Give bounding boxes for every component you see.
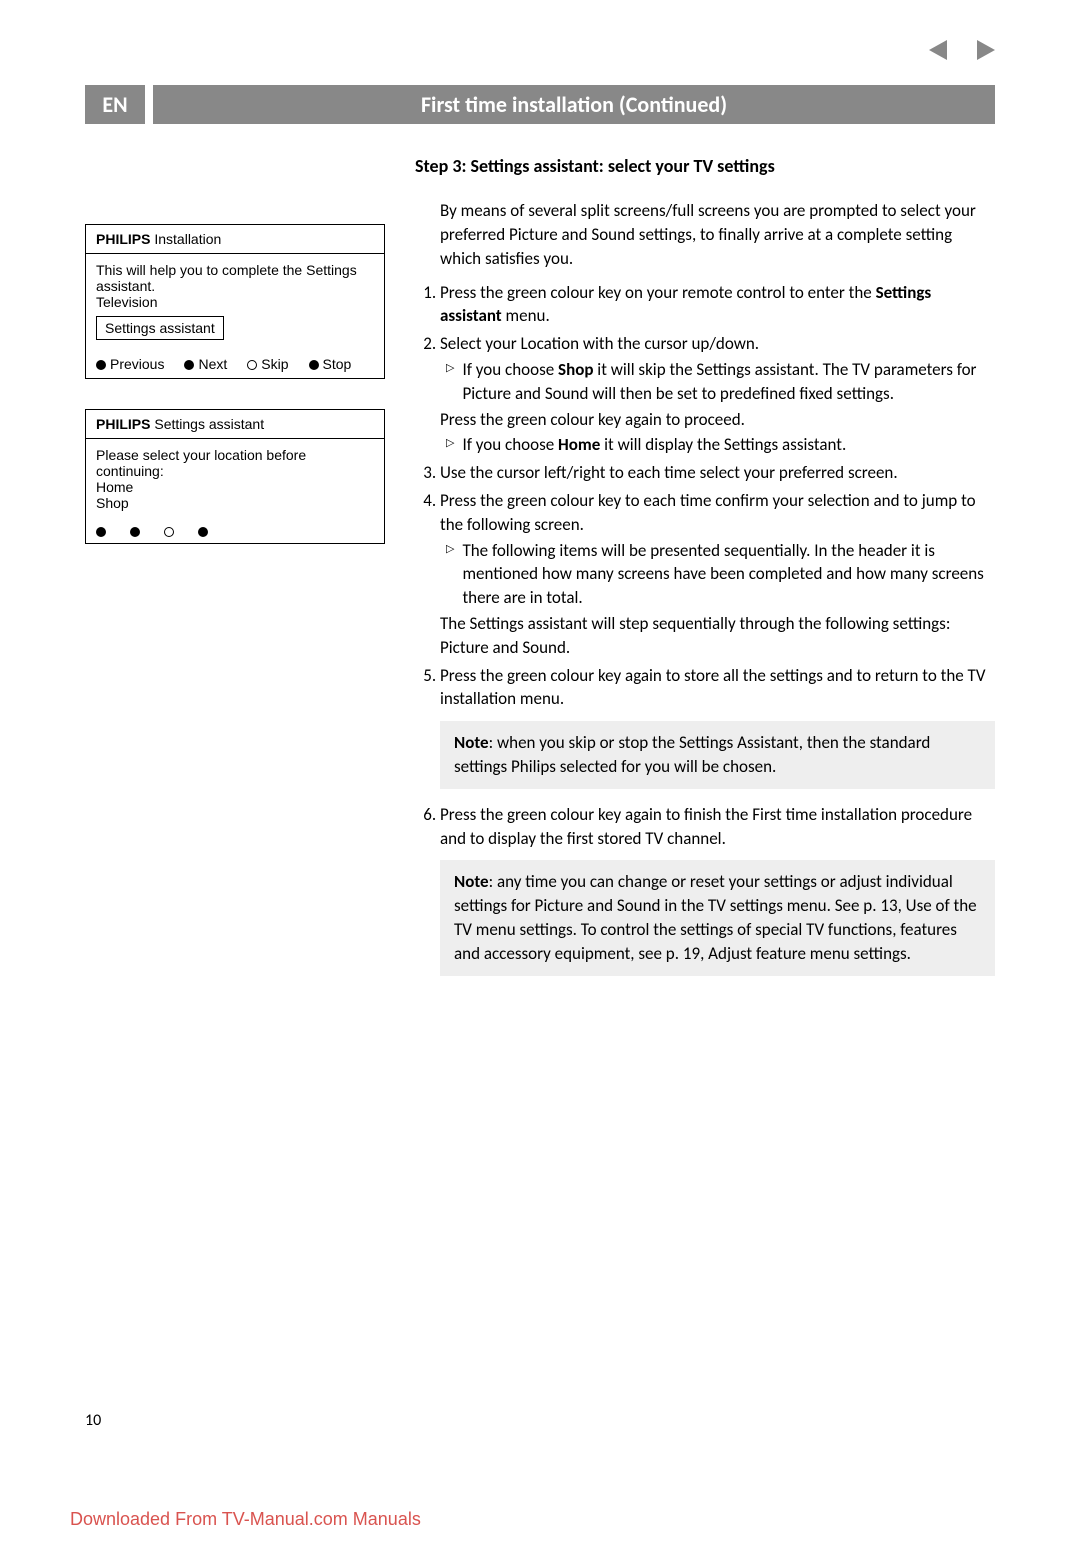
footer-next: Next [184, 356, 227, 372]
footer-next-label: Next [198, 356, 227, 372]
brand-label: PHILIPS [96, 231, 150, 247]
dot-icon [247, 360, 257, 370]
next-page-icon[interactable] [977, 40, 995, 60]
dot-icon [96, 527, 106, 537]
triangle-icon: ▷ [446, 539, 454, 610]
dot-icon [130, 527, 140, 537]
tv-screen-settings-assistant: PHILIPS Settings assistant Please select… [85, 409, 385, 544]
step-6: Press the green colour key again to fini… [440, 803, 995, 851]
step-4: Press the green colour key to each time … [440, 489, 995, 660]
text: The following items will be presented se… [462, 539, 995, 610]
text: Select your Location with the cursor up/… [440, 333, 759, 354]
text: The Settings assistant will step sequent… [440, 612, 995, 660]
triangle-icon: ▷ [446, 433, 454, 457]
dot-icon [184, 360, 194, 370]
intro-paragraph: By means of several split screens/full s… [440, 199, 995, 270]
screen-text: This will help you to complete the Setti… [96, 262, 374, 294]
footer-stop-label: Stop [323, 356, 352, 372]
screen-text: Please select your location before conti… [96, 447, 374, 479]
note-label: Note [454, 732, 489, 753]
note-box-1: Note: when you skip or stop the Settings… [440, 721, 995, 789]
screen-title-text: Installation [154, 231, 221, 247]
sub-bullet: ▷ The following items will be presented … [446, 539, 995, 610]
dot-icon [309, 360, 319, 370]
page-title: First time installation (Continued) [153, 85, 995, 124]
brand-label: PHILIPS [96, 416, 150, 432]
screen-header: PHILIPS Installation [86, 225, 384, 254]
step-1: Press the green colour key on your remot… [440, 281, 995, 329]
footer-stop: Stop [309, 356, 352, 372]
dot-icon [198, 527, 208, 537]
screen-option-settings-assistant: Settings assistant [96, 316, 224, 340]
screen-text: Television [96, 294, 374, 310]
bold-text: Home [558, 434, 600, 455]
sub-bullet: ▷ If you choose Home it will display the… [446, 433, 995, 457]
screen-footer: Previous Next Skip Stop [86, 350, 384, 378]
text: If you choose [462, 359, 558, 380]
note-box-2: Note: any time you can change or reset y… [440, 860, 995, 975]
instruction-list: Press the green colour key on your remot… [415, 281, 995, 712]
note-text: : when you skip or stop the Settings Ass… [454, 732, 930, 777]
text: Press the green colour key to each time … [440, 490, 976, 535]
footer-skip: Skip [247, 356, 288, 372]
text: Press the green colour key again to proc… [440, 408, 995, 432]
text: it will display the Settings assistant. [600, 434, 846, 455]
note-text: : any time you can change or reset your … [454, 871, 977, 963]
footer-skip-label: Skip [261, 356, 288, 372]
text: Press the green colour key on your remot… [440, 282, 876, 303]
step-heading: Step 3: Settings assistant: select your … [415, 154, 995, 179]
footer-prev-label: Previous [110, 356, 164, 372]
screen-body: This will help you to complete the Setti… [86, 254, 384, 350]
bold-text: Shop [558, 359, 593, 380]
language-badge: EN [85, 85, 145, 124]
instruction-list-cont: Press the green colour key again to fini… [415, 803, 995, 851]
dot-icon [96, 360, 106, 370]
text: menu. [502, 305, 550, 326]
step-3: Use the cursor left/right to each time s… [440, 461, 995, 485]
source-footer-link[interactable]: Downloaded From TV-Manual.com Manuals [70, 1509, 421, 1530]
note-label: Note [454, 871, 489, 892]
tv-screen-installation: PHILIPS Installation This will help you … [85, 224, 385, 379]
screen-option-home: Home [96, 479, 374, 495]
screen-body: Please select your location before conti… [86, 439, 384, 521]
sub-bullet: ▷ If you choose Shop it will skip the Se… [446, 358, 995, 406]
nav-arrows [929, 40, 995, 60]
screen-footer [86, 521, 384, 543]
dot-icon [164, 527, 174, 537]
step-2: Select your Location with the cursor up/… [440, 332, 995, 457]
screen-header: PHILIPS Settings assistant [86, 410, 384, 439]
text: If you choose [462, 434, 558, 455]
screen-option-shop: Shop [96, 495, 374, 511]
step-5: Press the green colour key again to stor… [440, 664, 995, 712]
triangle-icon: ▷ [446, 358, 454, 406]
screen-title-text: Settings assistant [154, 416, 264, 432]
page-number: 10 [85, 1411, 101, 1430]
page-header: EN First time installation (Continued) [85, 85, 995, 124]
footer-prev: Previous [96, 356, 164, 372]
prev-page-icon[interactable] [929, 40, 947, 60]
